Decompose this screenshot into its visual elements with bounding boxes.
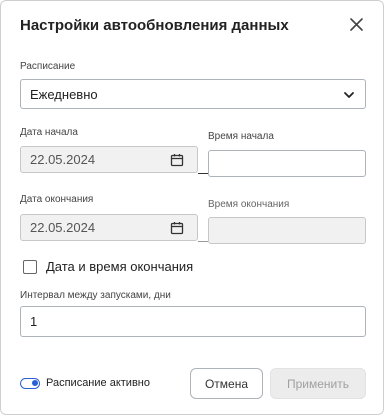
calendar-icon[interactable] <box>169 220 185 236</box>
start-date-label: Дата начала <box>20 127 78 138</box>
end-datetime-checkbox-label[interactable]: Дата и время окончания <box>46 259 193 274</box>
end-datetime-checkbox[interactable] <box>23 260 37 274</box>
end-time-input[interactable] <box>208 217 366 244</box>
close-button[interactable] <box>344 15 368 39</box>
end-time-label: Время окончания <box>208 199 290 210</box>
calendar-icon[interactable] <box>169 152 185 168</box>
apply-button[interactable]: Применить <box>270 368 366 399</box>
interval-input[interactable]: 1 <box>20 306 366 337</box>
dialog-title: Настройки автообновления данных <box>20 17 289 34</box>
date-time-separator <box>198 173 208 174</box>
schedule-value: Ежедневно <box>30 86 98 102</box>
start-date-field[interactable]: 22.05.2024 <box>20 146 198 173</box>
interval-value: 1 <box>30 314 38 329</box>
schedule-label: Расписание <box>20 61 76 72</box>
settings-dialog: Настройки автообновления данных Расписан… <box>0 0 384 415</box>
close-icon <box>349 18 363 36</box>
schedule-select[interactable]: Ежедневно <box>20 79 366 109</box>
end-date-field[interactable]: 22.05.2024 <box>20 214 198 241</box>
start-date-value: 22.05.2024 <box>30 152 96 167</box>
end-date-label: Дата окончания <box>20 194 94 205</box>
cancel-button[interactable]: Отмена <box>190 368 263 399</box>
schedule-active-toggle[interactable] <box>20 378 40 389</box>
schedule-active-label: Расписание активно <box>46 377 150 389</box>
end-date-value: 22.05.2024 <box>30 220 96 235</box>
interval-label: Интервал между запусками, дни <box>20 290 171 301</box>
start-time-label: Время начала <box>208 131 274 142</box>
chevron-down-icon <box>341 87 357 103</box>
toggle-knob <box>32 380 38 386</box>
date-time-separator <box>198 241 208 242</box>
start-time-input[interactable] <box>208 150 366 177</box>
